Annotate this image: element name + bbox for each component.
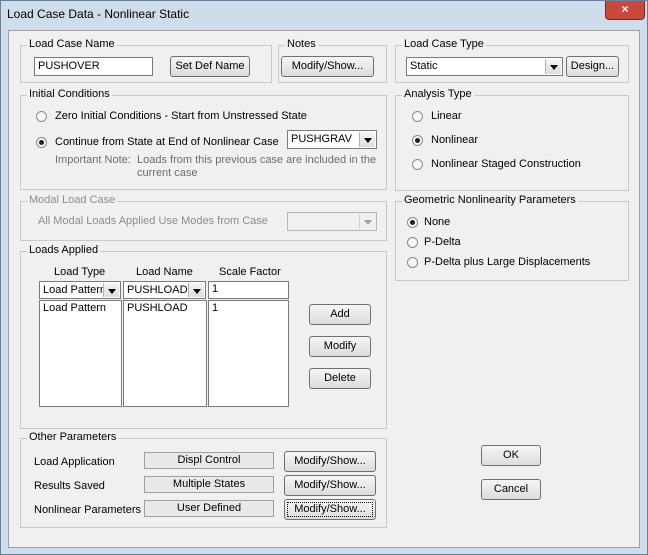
dialog-window: Load Case Data - Nonlinear Static × Load… <box>0 0 648 555</box>
radio-linear-label: Linear <box>431 110 462 122</box>
load-application-value: Displ Control <box>144 452 274 469</box>
radio-none-indicator[interactable] <box>407 217 418 228</box>
loads-applied-label: Loads Applied <box>27 244 101 256</box>
scale-factor-list[interactable]: 1 <box>208 300 289 407</box>
window-title: Load Case Data - Nonlinear Static <box>7 7 190 21</box>
design-button[interactable]: Design... <box>566 56 619 77</box>
initial-conditions-label: Initial Conditions <box>27 88 112 100</box>
cancel-button[interactable]: Cancel <box>481 479 541 500</box>
radio-continue-label: Continue from State at End of Nonlinear … <box>55 136 279 148</box>
results-saved-modify-button[interactable]: Modify/Show... <box>284 475 376 496</box>
radio-staged-label: Nonlinear Staged Construction <box>431 158 581 170</box>
initial-case-select[interactable]: PUSHGRAV <box>287 130 377 149</box>
nonlinear-parameters-label: Nonlinear Parameters <box>34 504 141 516</box>
notes-modify-show-button[interactable]: Modify/Show... <box>281 56 374 77</box>
important-note-line1: Loads from this previous case are includ… <box>137 154 377 166</box>
chevron-down-icon[interactable] <box>359 132 375 147</box>
radio-continue-indicator[interactable] <box>36 137 47 148</box>
results-saved-value: Multiple States <box>144 476 274 493</box>
important-note-line2: current case <box>137 167 198 179</box>
radio-p-delta-large-label: P-Delta plus Large Displacements <box>424 256 591 268</box>
modal-load-case-text: All Modal Loads Applied Use Modes from C… <box>38 215 268 227</box>
load-name-select-value: PUSHLOAD <box>127 284 188 296</box>
initial-case-value: PUSHGRAV <box>291 133 352 145</box>
geometric-nonlinearity-label: Geometric Nonlinearity Parameters <box>402 194 578 206</box>
radio-p-delta-label: P-Delta <box>424 236 461 248</box>
load-name-list[interactable]: PUSHLOAD <box>123 300 207 407</box>
other-parameters-label: Other Parameters <box>27 431 119 443</box>
load-case-type-label: Load Case Type <box>402 38 486 50</box>
load-case-type-value: Static <box>410 60 438 72</box>
radio-nonlinear-indicator[interactable] <box>412 135 423 146</box>
radio-zero-label: Zero Initial Conditions - Start from Uns… <box>55 110 307 122</box>
radio-none-label: None <box>424 216 451 228</box>
load-type-select-value: Load Pattern <box>43 284 103 296</box>
list-item[interactable]: PUSHLOAD <box>127 302 203 314</box>
results-saved-label: Results Saved <box>34 480 105 492</box>
load-name-select[interactable]: PUSHLOAD <box>123 281 206 299</box>
chevron-down-icon[interactable] <box>188 283 204 297</box>
ok-button[interactable]: OK <box>481 445 541 466</box>
set-def-name-button[interactable]: Set Def Name <box>170 56 250 77</box>
notes-label: Notes <box>285 38 318 50</box>
load-case-name-label: Load Case Name <box>27 38 117 50</box>
radio-zero-indicator[interactable] <box>36 111 47 122</box>
title-bar[interactable]: Load Case Data - Nonlinear Static × <box>1 1 647 27</box>
delete-load-button[interactable]: Delete <box>309 368 371 389</box>
load-type-select[interactable]: Load Pattern <box>39 281 121 299</box>
load-application-label: Load Application <box>34 456 115 468</box>
nonlinear-parameters-modify-button[interactable]: Modify/Show... <box>284 499 376 520</box>
load-type-list[interactable]: Load Pattern <box>39 300 122 407</box>
col-header-load-type: Load Type <box>54 266 106 278</box>
load-case-name-input[interactable]: PUSHOVER <box>34 57 153 76</box>
radio-p-delta-indicator[interactable] <box>407 237 418 248</box>
col-header-load-name: Load Name <box>136 266 193 278</box>
close-button[interactable]: × <box>605 1 645 20</box>
dialog-body: Load Case Name PUSHOVER Set Def Name Not… <box>8 30 640 548</box>
radio-staged-indicator[interactable] <box>412 159 423 170</box>
modify-load-button[interactable]: Modify <box>309 336 371 357</box>
nonlinear-parameters-value: User Defined <box>144 500 274 517</box>
list-item[interactable]: Load Pattern <box>43 302 118 314</box>
scale-factor-input[interactable]: 1 <box>208 281 289 299</box>
load-application-modify-button[interactable]: Modify/Show... <box>284 451 376 472</box>
important-note-prefix: Important Note: <box>55 154 131 166</box>
close-icon: × <box>621 2 629 16</box>
chevron-down-icon[interactable] <box>545 59 561 74</box>
add-load-button[interactable]: Add <box>309 304 371 325</box>
analysis-type-label: Analysis Type <box>402 88 474 100</box>
chevron-down-icon <box>359 214 375 229</box>
chevron-down-icon[interactable] <box>103 283 119 297</box>
modal-load-case-label: Modal Load Case <box>27 194 118 206</box>
radio-linear-indicator[interactable] <box>412 111 423 122</box>
list-item[interactable]: 1 <box>212 302 285 314</box>
radio-p-delta-large-indicator[interactable] <box>407 257 418 268</box>
load-case-type-select[interactable]: Static <box>406 57 563 76</box>
modal-case-select <box>287 212 377 231</box>
col-header-scale-factor: Scale Factor <box>219 266 281 278</box>
radio-nonlinear-label: Nonlinear <box>431 134 479 146</box>
